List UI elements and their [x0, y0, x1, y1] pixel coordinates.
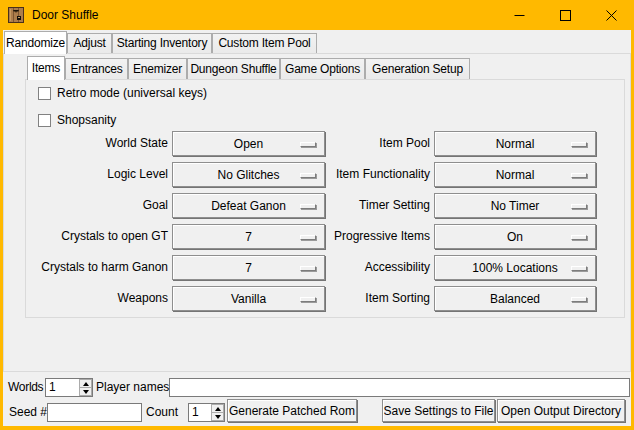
save-settings-button[interactable]: Save Settings to File: [382, 399, 495, 422]
item-pool-label: Item Pool: [320, 131, 430, 156]
item-pool-dropdown[interactable]: Normal: [434, 131, 596, 156]
tab-dungeon-shuffle[interactable]: Dungeon Shuffle: [187, 58, 280, 79]
app-icon: [8, 7, 24, 23]
dropdown-indicator-icon: [571, 297, 587, 302]
timer-setting-dropdown[interactable]: No Timer: [434, 193, 596, 218]
world-state-label: World State: [30, 131, 168, 156]
dropdown-indicator-icon: [300, 266, 316, 271]
logic-level-label: Logic Level: [30, 162, 168, 187]
dropdown-indicator-icon: [300, 235, 316, 240]
item-functionality-value: Normal: [496, 168, 535, 182]
tab-randomize[interactable]: Randomize: [4, 31, 67, 54]
timer-setting-label: Timer Setting: [320, 193, 430, 218]
retro-mode-checkbox-row[interactable]: Retro mode (universal keys): [38, 86, 207, 100]
crystals-gt-dropdown[interactable]: 7: [172, 224, 325, 249]
weapons-value: Vanilla: [231, 292, 266, 306]
tab-starting-inventory[interactable]: Starting Inventory: [112, 33, 212, 53]
count-spin-down[interactable]: [211, 413, 224, 421]
tab-custom-item-pool[interactable]: Custom Item Pool: [212, 33, 317, 53]
item-functionality-label: Item Functionality: [320, 162, 430, 187]
shopsanity-checkbox-row[interactable]: Shopsanity: [38, 113, 116, 127]
accessibility-label: Accessibility: [320, 255, 430, 280]
progressive-items-label: Progressive Items: [320, 224, 430, 249]
tab-adjust[interactable]: Adjust: [67, 33, 112, 53]
progressive-items-value: On: [507, 230, 523, 244]
worlds-value: 1: [49, 379, 56, 396]
maximize-button[interactable]: [542, 0, 588, 30]
goal-dropdown[interactable]: Defeat Ganon: [172, 193, 325, 218]
crystals-gt-label: Crystals to open GT: [30, 224, 168, 249]
shopsanity-label: Shopsanity: [57, 114, 116, 127]
world-state-value: Open: [234, 137, 263, 151]
item-sorting-value: Balanced: [490, 292, 540, 306]
accessibility-dropdown[interactable]: 100% Locations: [434, 255, 596, 280]
worlds-label: Worlds: [8, 378, 43, 397]
dropdown-indicator-icon: [571, 204, 587, 209]
minimize-icon: [514, 10, 525, 21]
tab-entrances[interactable]: Entrances: [65, 58, 128, 79]
retro-mode-label: Retro mode (universal keys): [57, 87, 207, 100]
progressive-items-dropdown[interactable]: On: [434, 224, 596, 249]
item-sorting-dropdown[interactable]: Balanced: [434, 286, 596, 311]
title-bar: Door Shuffle: [0, 0, 634, 30]
crystals-ganon-label: Crystals to harm Ganon: [30, 255, 168, 280]
timer-setting-value: No Timer: [491, 199, 540, 213]
weapons-dropdown[interactable]: Vanilla: [172, 286, 325, 311]
crystals-ganon-dropdown[interactable]: 7: [172, 255, 325, 280]
player-names-input[interactable]: [169, 378, 630, 397]
seed-input[interactable]: [47, 403, 142, 422]
count-label: Count: [146, 403, 178, 422]
down-arrow-icon: [83, 390, 89, 394]
dropdown-indicator-icon: [300, 297, 316, 302]
worlds-spinbox[interactable]: 1: [45, 378, 93, 397]
item-sorting-label: Item Sorting: [320, 286, 430, 311]
logic-level-value: No Glitches: [217, 168, 279, 182]
count-spin-up[interactable]: [211, 404, 224, 413]
close-button[interactable]: [588, 0, 634, 30]
accessibility-value: 100% Locations: [472, 261, 557, 275]
open-output-directory-button[interactable]: Open Output Directory: [497, 399, 625, 422]
maximize-icon: [560, 10, 571, 21]
tab-enemizer[interactable]: Enemizer: [128, 58, 187, 79]
item-functionality-dropdown[interactable]: Normal: [434, 162, 596, 187]
window-title: Door Shuffle: [32, 0, 99, 30]
tab-game-options[interactable]: Game Options: [280, 58, 365, 79]
player-names-label: Player names: [96, 378, 169, 397]
count-value: 1: [192, 404, 199, 421]
up-arrow-icon: [83, 382, 89, 386]
worlds-spin-up[interactable]: [79, 379, 92, 388]
count-spinbox[interactable]: 1: [188, 403, 225, 422]
generate-patched-rom-button[interactable]: Generate Patched Rom: [227, 399, 357, 422]
dropdown-indicator-icon: [571, 142, 587, 147]
dropdown-indicator-icon: [300, 142, 316, 147]
minimize-button[interactable]: [496, 0, 542, 30]
goal-label: Goal: [30, 193, 168, 218]
world-state-dropdown[interactable]: Open: [172, 131, 325, 156]
item-pool-value: Normal: [496, 137, 535, 151]
logic-level-dropdown[interactable]: No Glitches: [172, 162, 325, 187]
tab-items[interactable]: Items: [27, 56, 65, 80]
dropdown-indicator-icon: [571, 173, 587, 178]
down-arrow-icon: [215, 415, 221, 419]
dropdown-indicator-icon: [571, 235, 587, 240]
close-icon: [606, 10, 617, 21]
dropdown-indicator-icon: [571, 266, 587, 271]
seed-label: Seed #: [9, 403, 47, 422]
crystals-gt-value: 7: [245, 230, 252, 244]
goal-value: Defeat Ganon: [211, 199, 286, 213]
dropdown-indicator-icon: [300, 204, 316, 209]
retro-mode-checkbox[interactable]: [38, 87, 51, 100]
shopsanity-checkbox[interactable]: [38, 114, 51, 127]
up-arrow-icon: [215, 407, 221, 411]
dropdown-indicator-icon: [300, 173, 316, 178]
crystals-ganon-value: 7: [245, 261, 252, 275]
weapons-label: Weapons: [30, 286, 168, 311]
tab-generation-setup[interactable]: Generation Setup: [365, 58, 470, 79]
worlds-spin-down[interactable]: [79, 388, 92, 396]
